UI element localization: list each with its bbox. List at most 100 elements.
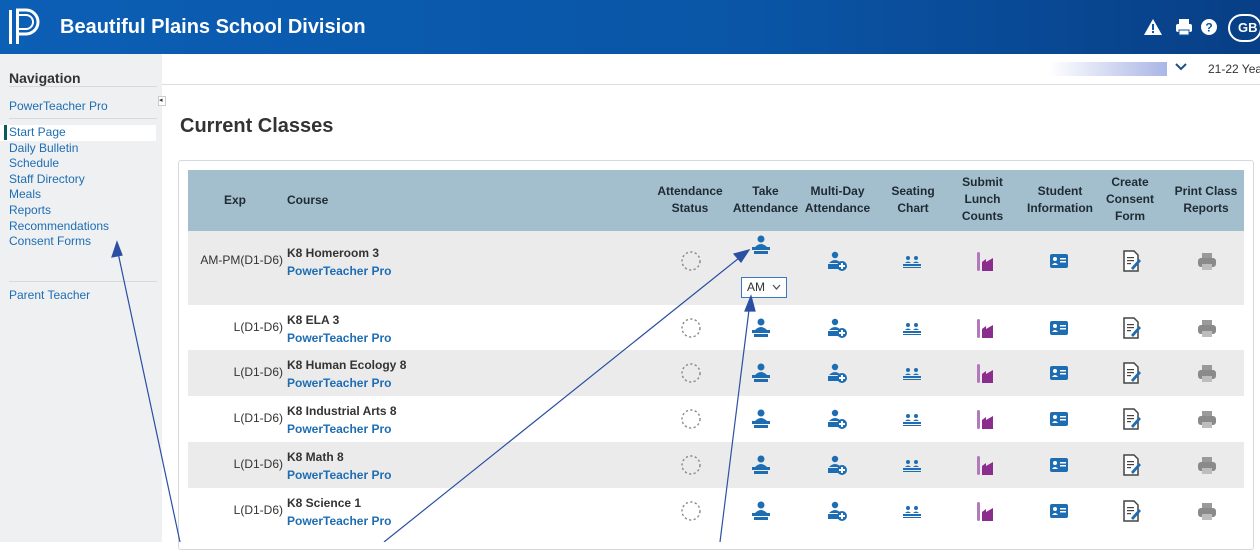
row-exp: AM-PM(D1-D6) <box>200 253 283 267</box>
term-label[interactable]: 21-22 Yea <box>1208 62 1260 76</box>
attendance-status-icon <box>681 455 701 475</box>
create-consent-form-icon[interactable] <box>1120 500 1142 522</box>
take-attendance-icon[interactable] <box>750 362 772 384</box>
table-row: L(D1-D6) K8 Industrial Arts 8 PowerTeacher… <box>188 396 1244 442</box>
table-row: AM-PM(D1-D6) K8 Homeroom 3 PowerTeacher Pr… <box>188 231 1244 305</box>
student-information-icon[interactable] <box>1048 362 1070 384</box>
attendance-status-icon <box>681 409 701 429</box>
table-row: L(D1-D6) K8 Human Ecology 8 PowerTeacher P… <box>188 350 1244 396</box>
powerschool-logo <box>9 8 40 44</box>
student-information-icon[interactable] <box>1048 454 1070 476</box>
help-icon[interactable]: ? <box>1199 17 1219 37</box>
row-powerteacher-pro-link[interactable]: PowerTeacher Pro <box>287 514 391 528</box>
table-row: L(D1-D6) K8 Math 8 PowerTeacher Pro <box>188 442 1244 488</box>
chevron-down-icon[interactable] <box>1174 60 1188 74</box>
col-student-information: Student Information <box>1027 184 1093 215</box>
print-class-reports-icon[interactable] <box>1196 454 1218 476</box>
collapse-nav-button[interactable]: ◂ <box>158 96 166 106</box>
row-powerteacher-pro-link[interactable]: PowerTeacher Pro <box>287 468 391 482</box>
submit-lunch-counts-icon[interactable] <box>973 362 995 384</box>
multi-day-attendance-icon[interactable] <box>826 317 848 339</box>
svg-text:?: ? <box>1205 21 1212 35</box>
term-selector-bar[interactable] <box>1049 62 1167 76</box>
col-create-consent-form: Create Consent Form <box>1106 175 1154 223</box>
student-information-icon[interactable] <box>1048 250 1070 272</box>
take-attendance-icon[interactable] <box>750 317 772 339</box>
create-consent-form-icon[interactable] <box>1120 250 1142 272</box>
create-consent-form-icon[interactable] <box>1120 317 1142 339</box>
print-class-reports-icon[interactable] <box>1196 408 1218 430</box>
attendance-status-icon <box>681 501 701 521</box>
take-attendance-icon[interactable] <box>750 500 772 522</box>
row-course-name: K8 Science 1 <box>287 496 362 510</box>
student-information-icon[interactable] <box>1048 317 1070 339</box>
page-title: Current Classes <box>180 115 334 137</box>
nav-item-consent-forms[interactable]: Consent Forms <box>0 234 162 250</box>
row-course-name: K8 Human Ecology 8 <box>287 358 407 372</box>
seating-chart-icon[interactable] <box>901 317 923 339</box>
multi-day-attendance-icon[interactable] <box>826 500 848 522</box>
create-consent-form-icon[interactable] <box>1120 408 1142 430</box>
seating-chart-icon[interactable] <box>901 362 923 384</box>
attendance-status-icon <box>681 251 701 271</box>
table-row: L(D1-D6) K8 Science 1 PowerTeacher Pro <box>188 488 1244 534</box>
table-header: Exp Course Attendance Status Take Attend… <box>188 170 1244 231</box>
row-exp: L(D1-D6) <box>233 320 283 334</box>
row-exp: L(D1-D6) <box>233 411 283 425</box>
col-course[interactable]: Course <box>287 192 328 209</box>
user-avatar[interactable]: GB <box>1228 14 1260 42</box>
seating-chart-icon[interactable] <box>901 408 923 430</box>
seating-chart-icon[interactable] <box>901 250 923 272</box>
submit-lunch-counts-icon[interactable] <box>973 454 995 476</box>
attendance-status-icon <box>681 363 701 383</box>
print-class-reports-icon[interactable] <box>1196 362 1218 384</box>
app-header: Beautiful Plains School Division ? GB <box>0 0 1260 54</box>
row-powerteacher-pro-link[interactable]: PowerTeacher Pro <box>287 264 391 278</box>
nav-item-schedule[interactable]: Schedule <box>0 156 162 172</box>
create-consent-form-icon[interactable] <box>1120 454 1142 476</box>
student-information-icon[interactable] <box>1048 500 1070 522</box>
nav-heading: Navigation <box>9 70 81 86</box>
print-class-reports-icon[interactable] <box>1196 317 1218 339</box>
term-bar: 21-22 Yea <box>162 54 1260 85</box>
row-powerteacher-pro-link[interactable]: PowerTeacher Pro <box>287 422 391 436</box>
divider <box>9 86 157 87</box>
submit-lunch-counts-icon[interactable] <box>973 317 995 339</box>
nav-item-staff-directory[interactable]: Staff Directory <box>0 172 162 188</box>
district-title: Beautiful Plains School Division <box>60 16 366 38</box>
am-pm-select[interactable]: AM <box>741 277 787 298</box>
multi-day-attendance-icon[interactable] <box>826 454 848 476</box>
row-exp: L(D1-D6) <box>233 503 283 517</box>
take-attendance-icon[interactable] <box>750 408 772 430</box>
nav-item-daily-bulletin[interactable]: Daily Bulletin <box>0 141 162 157</box>
nav-link-powerteacher-pro[interactable]: PowerTeacher Pro <box>9 99 108 113</box>
nav-item-reports[interactable]: Reports <box>0 203 162 219</box>
row-exp: L(D1-D6) <box>233 365 283 379</box>
row-course-name: K8 Math 8 <box>287 450 344 464</box>
student-information-icon[interactable] <box>1048 408 1070 430</box>
divider <box>9 281 157 282</box>
row-powerteacher-pro-link[interactable]: PowerTeacher Pro <box>287 376 391 390</box>
nav-link-parent-teacher[interactable]: Parent Teacher <box>9 288 90 302</box>
nav-item-start-page[interactable]: Start Page <box>0 125 156 141</box>
multi-day-attendance-icon[interactable] <box>826 362 848 384</box>
submit-lunch-counts-icon[interactable] <box>973 250 995 272</box>
multi-day-attendance-icon[interactable] <box>826 250 848 272</box>
create-consent-form-icon[interactable] <box>1120 362 1142 384</box>
seating-chart-icon[interactable] <box>901 454 923 476</box>
multi-day-attendance-icon[interactable] <box>826 408 848 430</box>
seating-chart-icon[interactable] <box>901 500 923 522</box>
col-exp[interactable]: Exp <box>224 192 246 209</box>
printer-icon[interactable] <box>1174 17 1194 37</box>
alert-icon[interactable] <box>1143 17 1163 37</box>
nav-item-meals[interactable]: Meals <box>0 187 162 203</box>
nav-item-recommendations[interactable]: Recommendations <box>0 219 162 235</box>
submit-lunch-counts-icon[interactable] <box>973 408 995 430</box>
take-attendance-icon[interactable] <box>750 454 772 476</box>
row-powerteacher-pro-link[interactable]: PowerTeacher Pro <box>287 331 391 345</box>
submit-lunch-counts-icon[interactable] <box>973 500 995 522</box>
nav-list: Start Page Daily Bulletin Schedule Staff… <box>0 125 162 250</box>
print-class-reports-icon[interactable] <box>1196 250 1218 272</box>
print-class-reports-icon[interactable] <box>1196 500 1218 522</box>
take-attendance-icon[interactable] <box>750 234 772 256</box>
